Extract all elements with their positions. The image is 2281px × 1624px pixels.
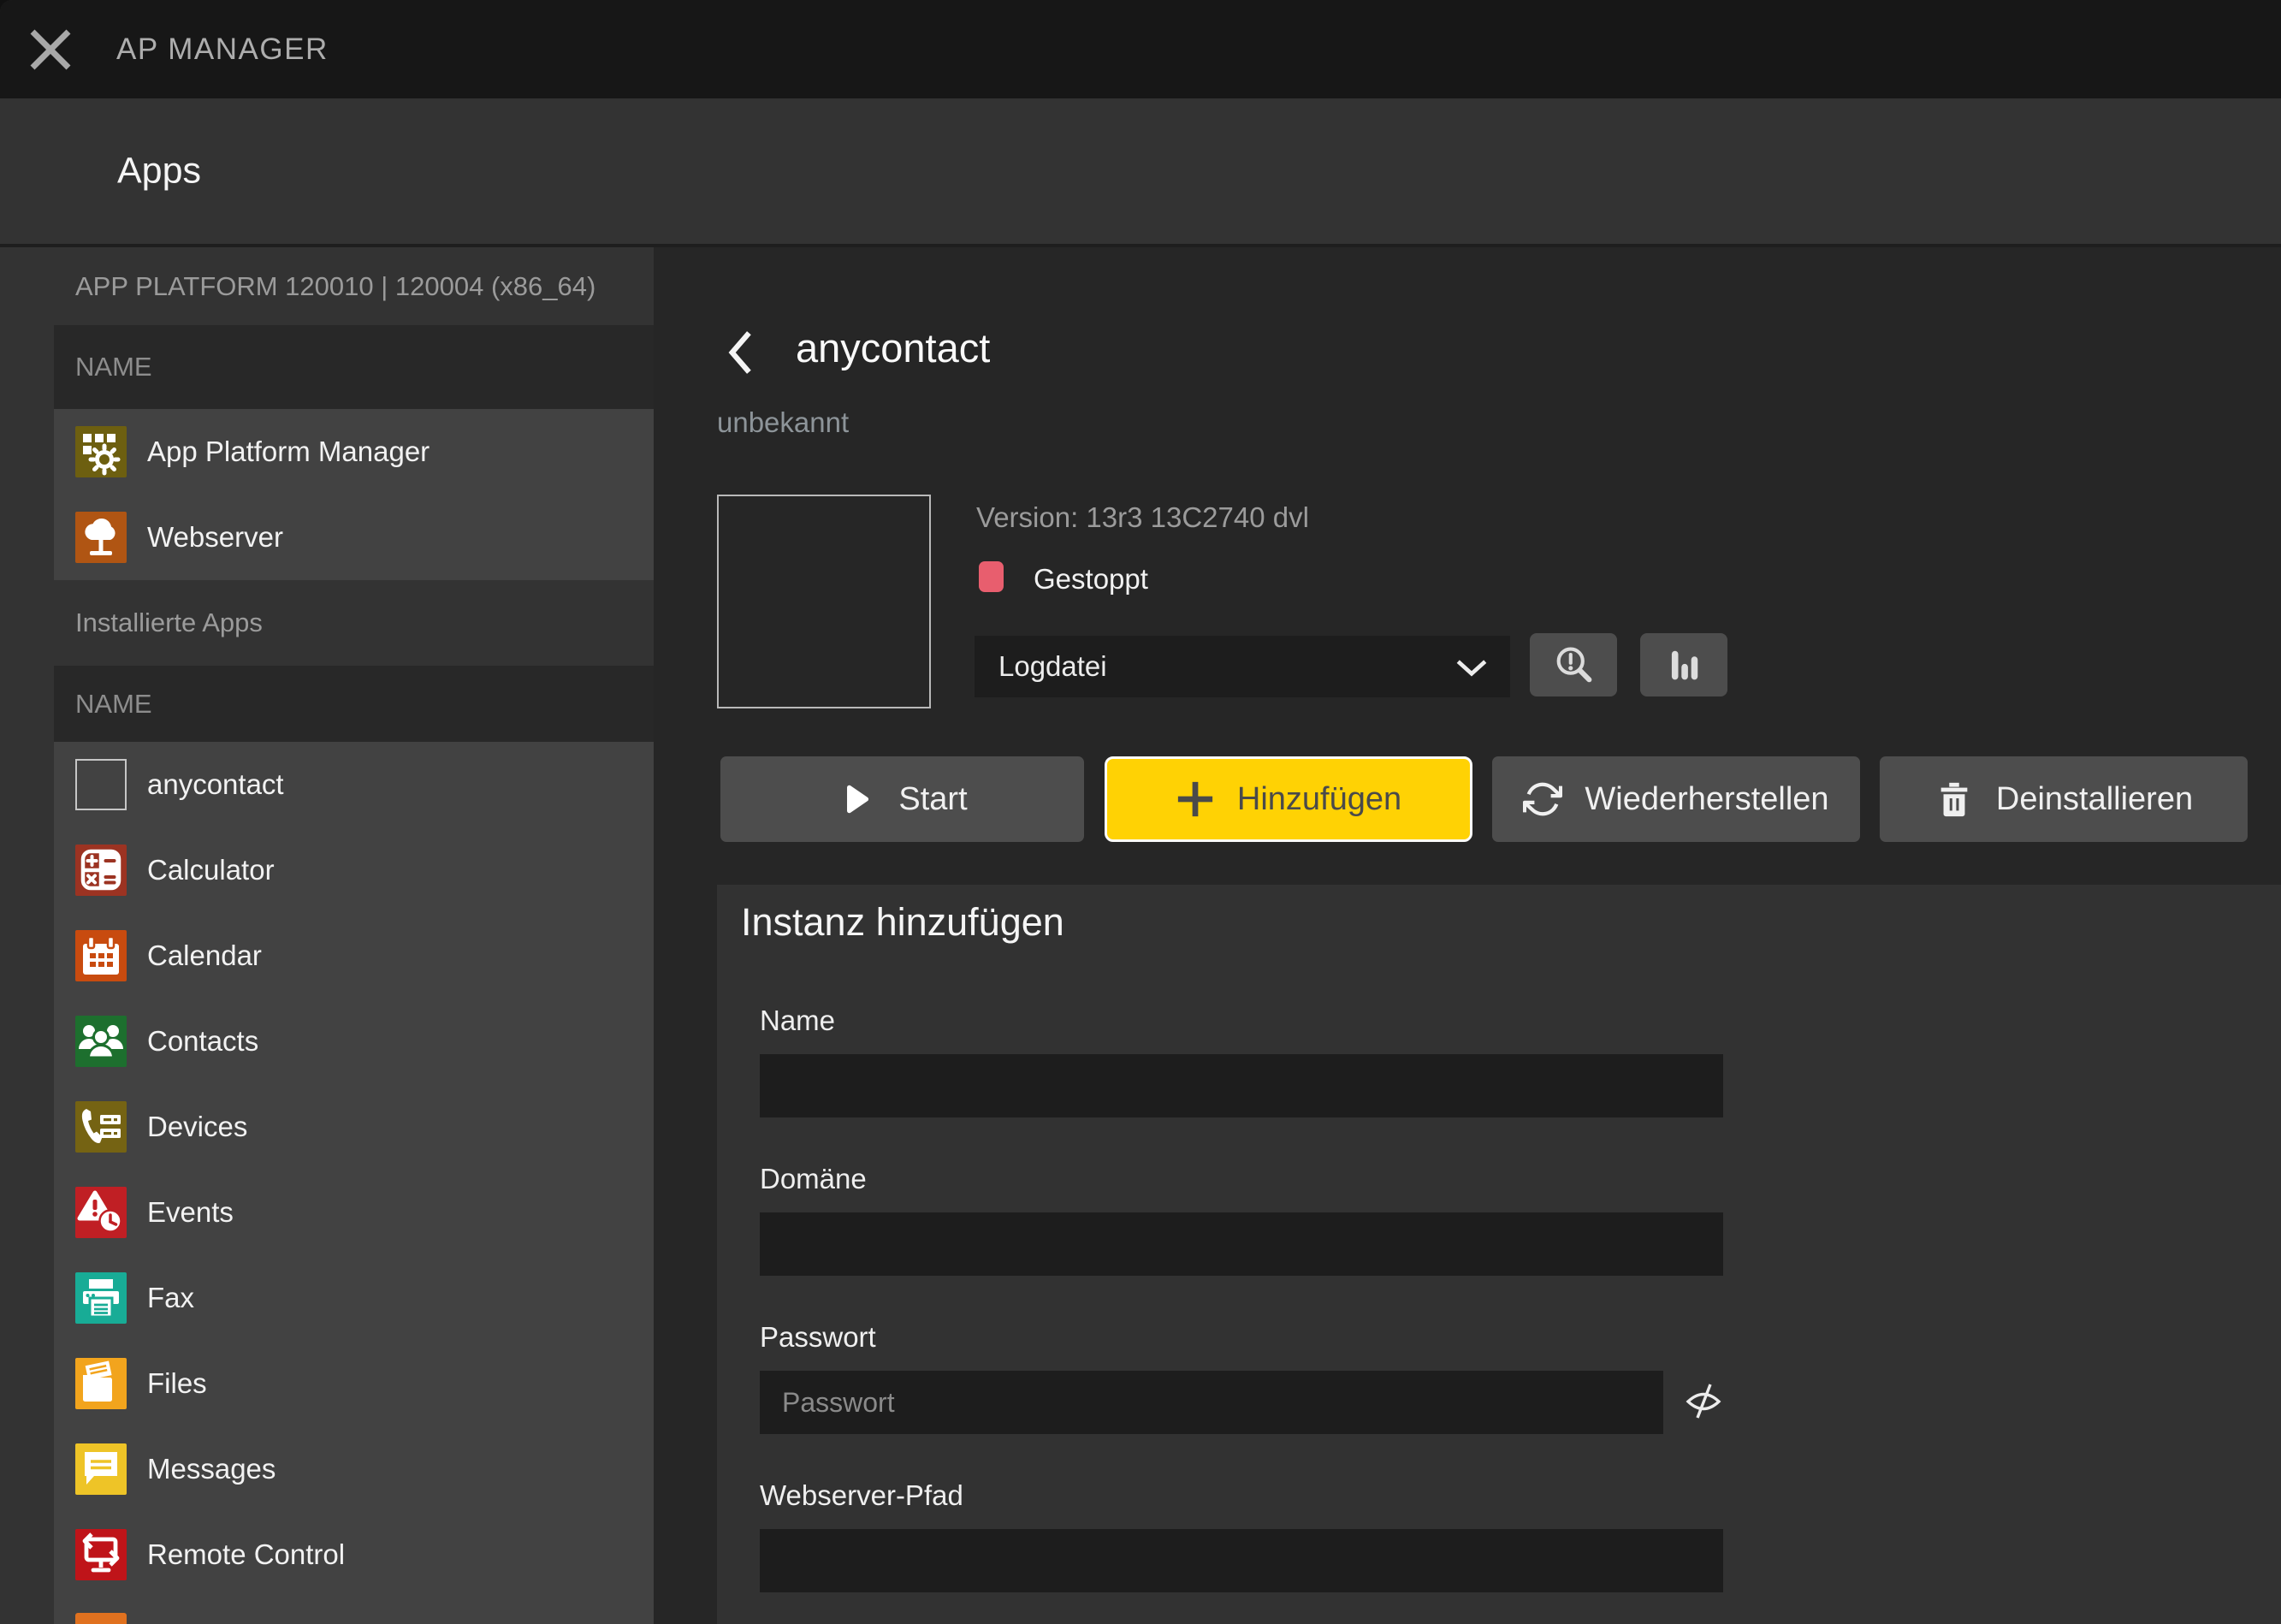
name-column-header-2: NAME [54,666,654,742]
uninstall-button[interactable]: Deinstallieren [1880,756,2248,842]
app-list-item[interactable]: Remote Control [54,1512,654,1597]
calculator-icon [75,845,127,896]
detail-subtitle: unbekannt [717,406,849,439]
app-list-item[interactable]: Fax [54,1255,654,1341]
form-title: Instanz hinzufügen [741,900,1064,945]
app-list-item[interactable]: Events [54,1170,654,1255]
log-select-value: Logdatei [998,650,1107,683]
app-list-item[interactable]: Calculator [54,827,654,913]
restore-button[interactable]: Wiederherstellen [1492,756,1860,842]
column-header-label: NAME [75,352,152,382]
installed-app-list: anycontact Calculator Calendar Contacts Devi… [54,742,654,1624]
fax-icon [75,1272,127,1324]
sidebar: APP PLATFORM 120010 | 120004 (x86_64) NA… [0,247,654,1624]
version-text: Version: 13r3 13C2740 dvl [976,501,1309,534]
app-list-item[interactable]: anycontact [54,742,654,827]
messages-icon [75,1443,127,1495]
status-label: Gestoppt [1034,563,1148,596]
field-label: Webserver-Pfad [760,1479,963,1512]
webserver-icon [75,512,127,563]
passwort-input[interactable] [760,1371,1663,1434]
page-header: Apps [0,98,2281,244]
app-list-item[interactable]: Devices [54,1084,654,1170]
ap-manager-window: AP MANAGER Apps APP PLATFORM 120010 | 12… [0,0,2281,1624]
detail-title: anycontact [796,324,990,371]
app-label: Devices [147,1111,247,1143]
app-label: Remote Control [147,1538,345,1571]
page-title: Apps [117,151,201,193]
status-indicator [979,561,1004,592]
log-search-button[interactable] [1530,633,1617,696]
restore-label: Wiederherstellen [1585,781,1828,818]
add-label: Hinzufügen [1237,781,1401,818]
name-input[interactable] [760,1054,1723,1117]
add-button[interactable]: Hinzufügen [1105,756,1472,842]
log-select[interactable]: Logdatei [975,636,1510,697]
app-label: Calendar [147,939,262,972]
calendar-icon [75,930,127,981]
app-list-item[interactable]: Webserver [54,495,654,580]
platform-app-list: App Platform Manager Webserver [54,409,654,580]
app-image-placeholder [717,495,931,708]
sync-icon [1523,779,1562,819]
app-label: App Platform Manager [147,436,430,468]
webserver-pfad-input[interactable] [760,1529,1723,1592]
plus-icon [1176,779,1215,819]
empty-square-icon [75,759,127,810]
partial-app-icon [75,1613,127,1624]
platform-header: APP PLATFORM 120010 | 120004 (x86_64) [0,247,654,325]
app-list-item[interactable]: App Platform Manager [54,409,654,495]
back-button[interactable] [726,329,753,376]
trash-icon [1934,779,1974,819]
app-platform-manager-icon [75,426,127,477]
remote-control-icon [75,1529,127,1580]
app-list-item[interactable]: Messages [54,1426,654,1512]
app-list-item[interactable]: Files [54,1341,654,1426]
app-list-item[interactable]: Contacts [54,999,654,1084]
app-label: Files [147,1367,207,1400]
eye-off-icon[interactable] [1682,1379,1725,1422]
start-label: Start [898,781,967,818]
events-icon [75,1187,127,1238]
column-header-label: NAME [75,689,152,720]
close-icon[interactable] [27,26,74,74]
app-label: Contacts [147,1025,258,1058]
app-label: anycontact [147,768,284,801]
name-column-header: NAME [54,325,654,409]
detail-panel: anycontact unbekannt Version: 13r3 13C27… [654,247,2281,1624]
app-label: Fax [147,1282,194,1314]
app-label: Events [147,1196,234,1229]
app-title: AP MANAGER [116,0,329,98]
app-list-item[interactable]: Calendar [54,913,654,999]
add-instance-form: Instanz hinzufügen Name Domäne Passwort Web… [717,885,2281,1624]
title-bar: AP MANAGER [0,0,2281,98]
contacts-icon [75,1016,127,1067]
files-icon [75,1358,127,1409]
app-label: Calculator [147,854,275,886]
app-label: Messages [147,1453,275,1485]
app-label: Webserver [147,521,283,554]
field-label: Name [760,1005,835,1037]
start-button[interactable]: Start [720,756,1084,842]
installed-apps-header: Installierte Apps [0,580,654,666]
play-icon [837,779,876,819]
dom-ne-input[interactable] [760,1212,1723,1276]
field-label: Passwort [760,1321,876,1354]
field-label: Domäne [760,1163,867,1195]
chevron-down-icon [1455,659,1488,677]
uninstall-label: Deinstallieren [1996,781,2193,818]
devices-icon [75,1101,127,1153]
statistics-button[interactable] [1640,633,1727,696]
